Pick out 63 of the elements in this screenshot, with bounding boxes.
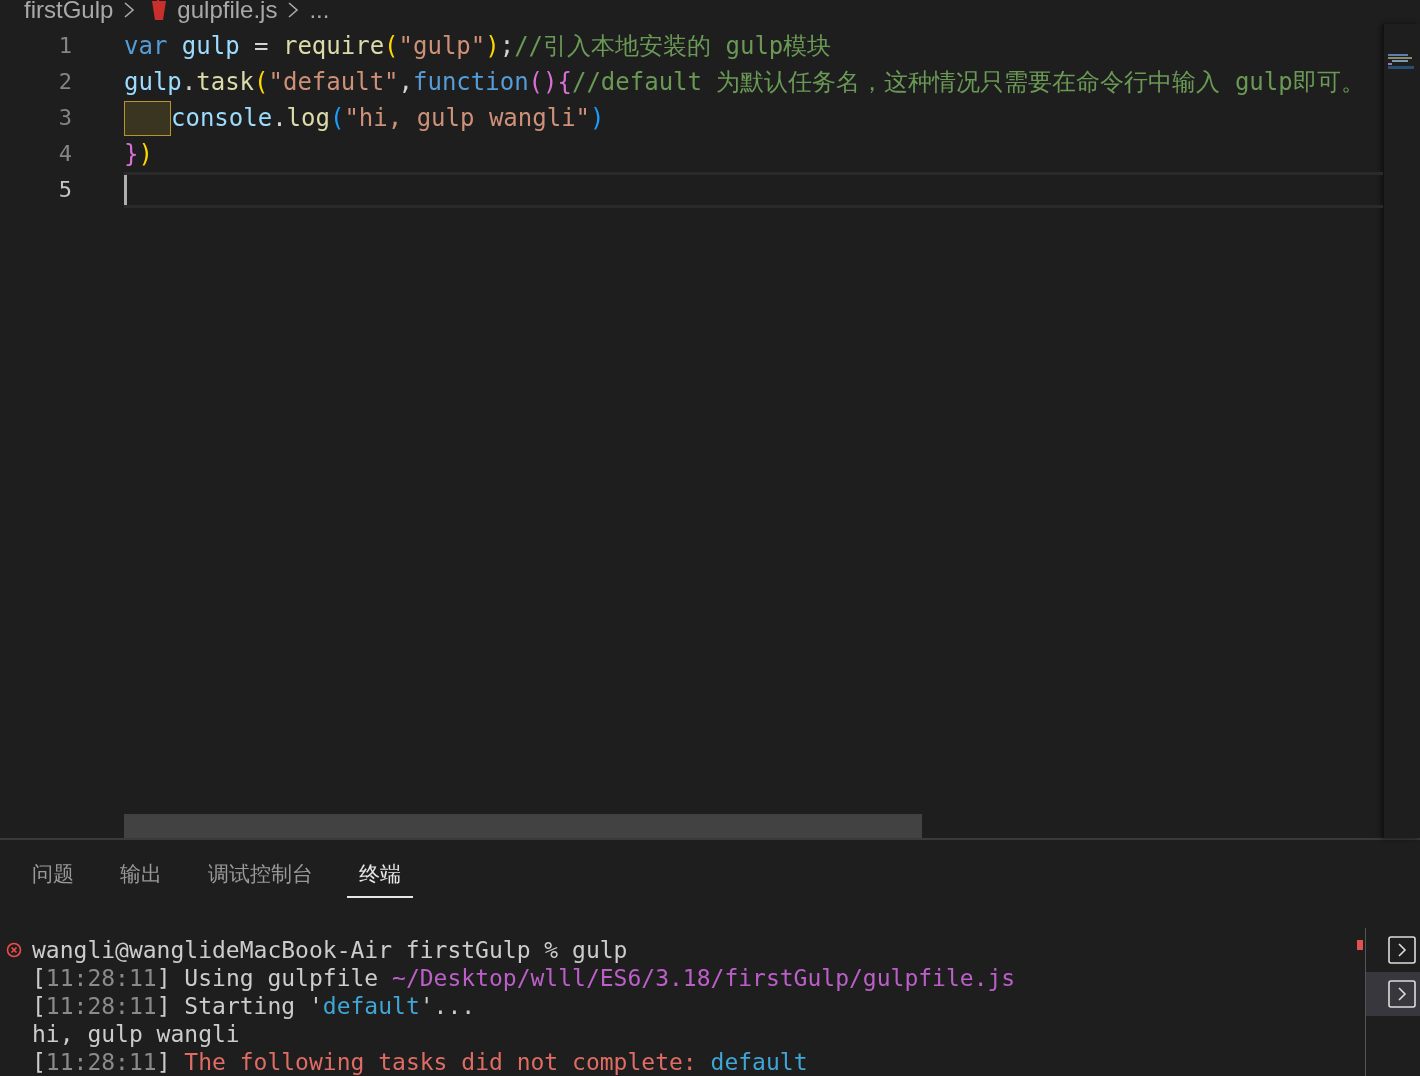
code-bracket: () [528, 68, 558, 96]
terminal-text: 11:28:11 [45, 1049, 157, 1075]
code-bracket: ) [138, 140, 153, 168]
code-token: , [398, 68, 413, 96]
code-bracket: } [124, 140, 139, 168]
panel-tab[interactable]: 输出 [108, 856, 174, 898]
chevron-icon [123, 1, 136, 19]
code-token: . [272, 104, 287, 132]
terminal-text: ] Starting ' [156, 993, 323, 1019]
code-bracket: { [557, 68, 572, 96]
terminal-text: default [322, 993, 420, 1019]
cup-icon [151, 0, 168, 22]
code-token: ; [499, 32, 515, 60]
code-comment: //引入本地安装的 gulp模块 [514, 31, 832, 62]
horizontal-scrollbar[interactable] [124, 814, 922, 838]
terminal-text: wangli@wanglideMacBook-Air firstGulp % gulp [32, 937, 628, 963]
code-bracket: ) [590, 104, 605, 132]
breadcrumb-more[interactable]: ... [309, 0, 330, 24]
terminal-text: ] [156, 1049, 172, 1075]
code-token: = [253, 32, 270, 60]
code-string: "default" [268, 68, 399, 96]
terminal-text: [ [32, 1049, 46, 1075]
line-number: 4 [57, 140, 72, 168]
chevron-icon [287, 1, 300, 19]
code-token: . [181, 68, 197, 96]
line-number: 3 [57, 104, 72, 132]
code-bracket: ) [485, 32, 500, 60]
breadcrumb-item[interactable]: firstGulp [24, 0, 114, 24]
terminal-text: 11:28:11 [45, 993, 157, 1019]
terminal-text: '... [419, 993, 476, 1019]
code-token: task [196, 68, 255, 96]
code-keyword: function [413, 68, 529, 96]
panel-tab[interactable]: 终端 [347, 856, 413, 898]
code-bracket: ( [329, 104, 345, 132]
code-token: console [171, 104, 273, 132]
code-token: require [282, 32, 385, 60]
terminal-text: hi, gulp wangli [32, 1021, 240, 1047]
code-string: "gulp" [398, 32, 486, 60]
error-marker [1357, 940, 1363, 950]
code-token: gulp [181, 32, 240, 60]
code-string: "hi, gulp wangli" [344, 104, 591, 132]
terminal-text: [ [32, 965, 46, 991]
code-comment: //default 为默认任务名，这种情况只需要在命令行中输入 gulp即可。 [571, 67, 1365, 98]
terminal-text: [ [32, 993, 46, 1019]
terminal-text: The following tasks did not complete: [184, 1049, 698, 1075]
breadcrumb-item[interactable]: gulpfile.js [177, 0, 278, 24]
terminal-text: 11:28:11 [45, 965, 157, 991]
panel-tab[interactable]: 问题 [20, 856, 86, 898]
code-bracket: ( [384, 32, 399, 60]
terminal-icon [1388, 980, 1416, 1008]
code-token: log [286, 104, 330, 132]
terminal-session[interactable] [1366, 972, 1420, 1016]
line-number: 1 [57, 32, 72, 60]
code-token: gulp [124, 68, 182, 96]
terminal-text: default [710, 1049, 808, 1075]
line-number: 2 [57, 68, 72, 96]
code-keyword: var [124, 32, 169, 60]
panel-tab[interactable]: 调试控制台 [196, 856, 325, 898]
terminal-text: ~/Desktop/wlll/ES6/3.18/firstGulp/gulpfile.js [392, 965, 1016, 991]
line-number: 5 [57, 176, 72, 204]
code-bracket: ( [254, 68, 269, 96]
terminal-text: ] Using gulpfile [156, 965, 380, 991]
terminal-icon [1388, 936, 1416, 964]
